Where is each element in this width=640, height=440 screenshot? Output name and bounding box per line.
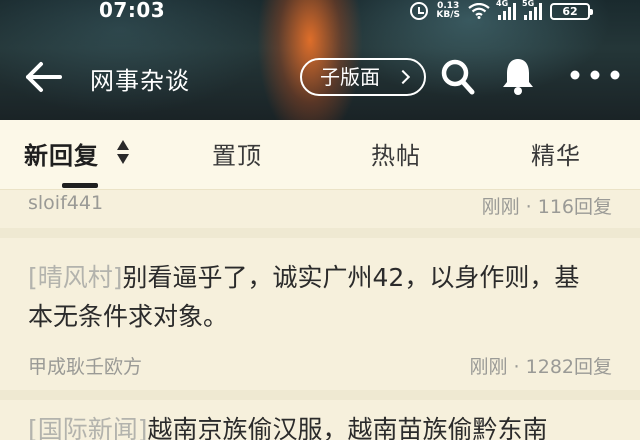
chevron-right-icon — [395, 69, 411, 85]
forum-header: 07:03 0.13 KB/S 4G 5G 62 网事杂谈 子版面 — [0, 0, 640, 120]
thread-item[interactable]: sloif441 刚刚 · 116回复 — [0, 190, 640, 228]
subforum-label: 子版面 — [320, 65, 380, 89]
status-time: 07:03 — [99, 0, 166, 22]
signal-5g-icon: 5G — [522, 0, 542, 20]
thread-tag: [国际新闻] — [28, 415, 148, 440]
subforum-button[interactable]: 子版面 — [300, 58, 426, 96]
network-speed-unit: KB/S — [436, 10, 460, 20]
divider — [0, 390, 640, 400]
search-icon[interactable] — [440, 58, 476, 96]
active-tab-indicator — [62, 183, 98, 188]
signal-4g-label: 4G — [496, 0, 509, 8]
status-bar: 07:03 0.13 KB/S 4G 5G 62 — [0, 0, 640, 26]
tab-hot[interactable]: 热帖 — [371, 136, 421, 171]
tab-pinned[interactable]: 置顶 — [212, 136, 262, 171]
thread-item[interactable]: [晴风村]别看逼乎了，诚实广州42，以身作则，基本无条件求对象。 甲成耿壬欧方 … — [0, 238, 640, 390]
thread-title: [晴风村]别看逼乎了，诚实广州42，以身作则，基本无条件求对象。 — [28, 258, 588, 336]
stats-separator: · — [525, 196, 538, 218]
thread-stats: 刚刚 · 116回复 — [482, 192, 612, 219]
thread-author: sloif441 — [28, 192, 104, 214]
tab-new-replies[interactable]: 新回复 — [24, 136, 99, 171]
signal-5g-label: 5G — [522, 0, 535, 8]
thread-title-text: 越南京族偷汉服，越南苗族偷黔东南 — [147, 415, 548, 440]
thread-time: 刚刚 — [469, 356, 508, 378]
thread-author: 甲成耿壬欧方 — [28, 356, 143, 378]
tab-bar: 新回复 置顶 热帖 精华 — [0, 120, 640, 190]
thread-time: 刚刚 — [481, 196, 520, 218]
bell-icon[interactable] — [500, 56, 536, 96]
thread-list: sloif441 刚刚 · 116回复 [晴风村]别看逼乎了，诚实广州42，以身… — [0, 190, 640, 440]
thread-tag: [晴风村] — [28, 263, 123, 292]
stats-separator: · — [513, 356, 526, 378]
thread-title: [国际新闻]越南京族偷汉服，越南苗族偷黔东南 — [28, 410, 628, 440]
thread-replies: 116回复 — [537, 196, 612, 218]
network-speed: 0.13 KB/S — [436, 2, 460, 20]
nav-bar: 网事杂谈 子版面 — [0, 50, 640, 104]
tab-featured[interactable]: 精华 — [531, 136, 581, 171]
alarm-icon — [410, 2, 429, 20]
battery-icon: 62 — [550, 2, 593, 20]
thread-item[interactable]: [国际新闻]越南京族偷汉服，越南苗族偷黔东南 — [0, 400, 640, 440]
thread-replies: 1282回复 — [525, 356, 612, 378]
more-options-icon[interactable] — [568, 68, 622, 82]
status-icons: 0.13 KB/S 4G 5G 62 — [410, 0, 593, 22]
battery-level: 62 — [562, 4, 578, 18]
forum-title: 网事杂谈 — [90, 67, 190, 95]
wifi-icon — [468, 3, 490, 19]
back-arrow-icon[interactable] — [22, 58, 64, 96]
thread-stats: 刚刚 · 1282回复 — [469, 352, 612, 379]
divider — [0, 228, 640, 238]
sort-icon[interactable] — [116, 138, 130, 166]
signal-4g-icon: 4G — [496, 0, 516, 20]
